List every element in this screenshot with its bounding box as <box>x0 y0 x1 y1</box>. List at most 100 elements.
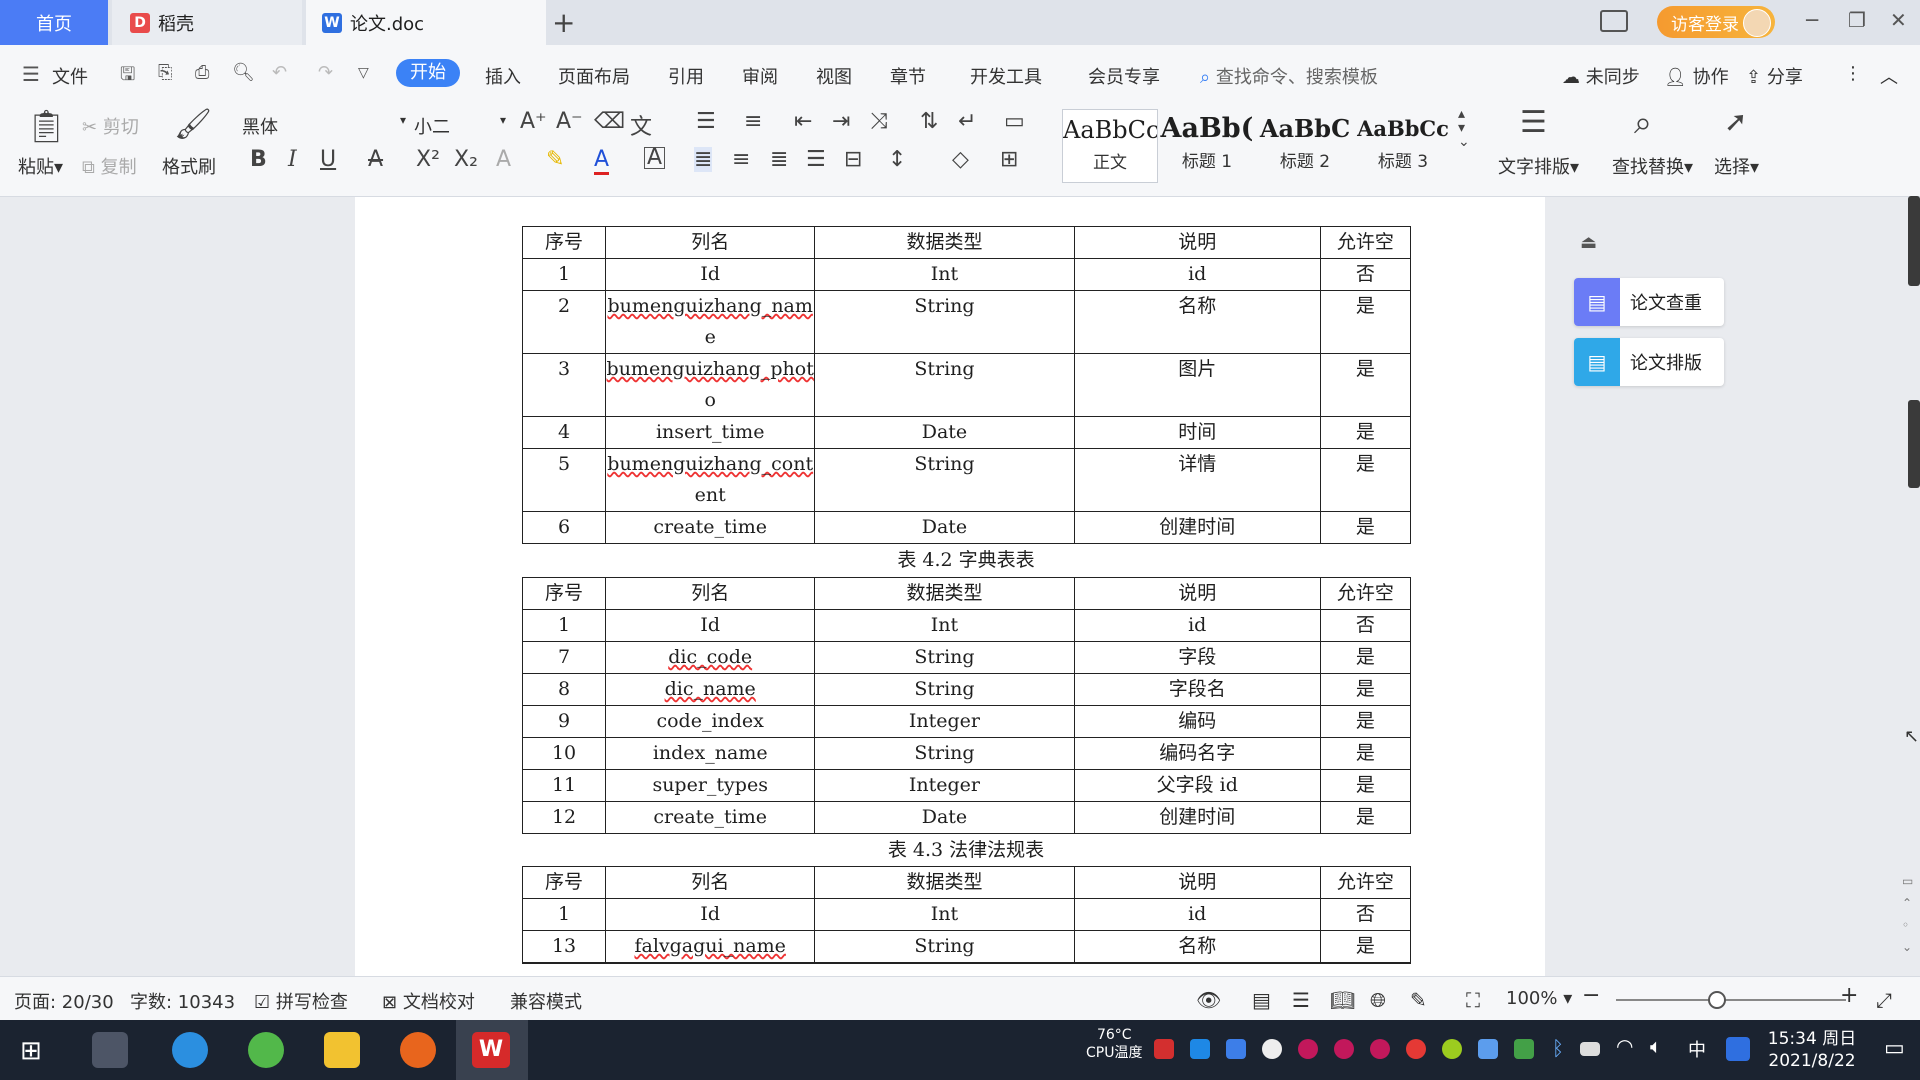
paste-icon[interactable]: 📋︎ <box>26 107 67 145</box>
menu-start[interactable]: 开始 <box>396 59 460 87</box>
web-view-icon[interactable]: 🌐︎ <box>1370 988 1386 1012</box>
italic-icon[interactable]: I <box>288 147 297 172</box>
highlight-icon[interactable]: ✎ <box>546 147 564 172</box>
style-heading-2[interactable]: AaBbC 标题 2 <box>1258 109 1352 181</box>
phonetic-guide-icon[interactable]: 文 <box>630 109 652 141</box>
zoom-select[interactable]: 100% ▾ <box>1506 988 1572 1009</box>
login-button[interactable]: 访客登录 <box>1657 6 1775 38</box>
tray-app-icon[interactable] <box>1154 1039 1174 1059</box>
zoom-out-icon[interactable]: − <box>1582 983 1600 1008</box>
undo-icon[interactable]: ↶ <box>272 62 287 83</box>
bell-icon[interactable] <box>1262 1039 1282 1059</box>
tray-app-icon[interactable] <box>1478 1039 1498 1059</box>
nvidia-icon[interactable] <box>1514 1039 1534 1059</box>
style-heading-3[interactable]: AaBbCc 标题 3 <box>1356 109 1450 181</box>
print-preview-icon[interactable]: 🔍︎ <box>232 62 255 83</box>
align-left-icon[interactable]: ≣ <box>694 147 713 172</box>
collab-button[interactable]: 👤︎ 协作 <box>1664 63 1729 89</box>
zoom-slider-track[interactable] <box>1616 999 1846 1001</box>
redo-icon[interactable]: ↷ <box>318 62 333 83</box>
file-explorer-icon[interactable] <box>324 1032 360 1068</box>
align-center-icon[interactable]: ≡ <box>732 147 750 172</box>
menu-developer[interactable]: 开发工具 <box>970 63 1042 89</box>
text-effect-icon[interactable]: A <box>496 147 511 172</box>
increase-indent-icon[interactable]: ⇥ <box>832 109 850 134</box>
copy-button[interactable]: ⧉ 复制 <box>82 153 137 179</box>
wps-task-active[interactable]: W <box>456 1020 528 1080</box>
more-icon[interactable]: ⋮ <box>1844 63 1862 84</box>
text-layout-icon[interactable]: ☰ <box>1520 105 1547 140</box>
numbered-list-icon[interactable]: ≡ <box>744 109 762 134</box>
share-button[interactable]: ⇪ 分享 <box>1746 63 1803 89</box>
tray-app-icon[interactable] <box>1334 1039 1354 1059</box>
menu-references[interactable]: 引用 <box>668 63 704 89</box>
outline-view-icon[interactable]: ☰ <box>1292 988 1310 1012</box>
justify-icon[interactable]: ☰ <box>806 147 826 172</box>
bullet-list-icon[interactable]: ☰ <box>696 109 716 134</box>
tray-app-icon[interactable] <box>1370 1039 1390 1059</box>
tab-daoke[interactable]: D 稻壳 <box>112 0 302 45</box>
ie-browser-icon[interactable] <box>172 1032 208 1068</box>
menu-file[interactable]: 文件 <box>52 63 88 89</box>
fit-page-icon[interactable]: ⛶ <box>1466 988 1480 1012</box>
eye-protection-icon[interactable]: 👁︎ <box>1196 988 1221 1012</box>
subscript-icon[interactable]: X₂ <box>454 147 478 172</box>
styles-scroll-icon[interactable]: ▴ ▾ ⌄ <box>1458 107 1470 149</box>
new-tab-button[interactable]: + <box>552 6 575 39</box>
quick-access-dropdown-icon[interactable]: ▽ <box>358 65 369 81</box>
cut-button[interactable]: ✂ 剪切 <box>82 113 139 139</box>
clear-format-icon[interactable]: ⌫ <box>594 109 625 134</box>
paper-check-button[interactable]: ▤ 论文查重 <box>1574 278 1724 326</box>
wifi-icon[interactable]: ◠ <box>1616 1034 1633 1058</box>
strikethrough-icon[interactable]: A <box>368 147 383 172</box>
text-direction-icon[interactable]: ⤨ <box>870 109 888 134</box>
ruler-icon[interactable]: ▭ <box>1004 109 1025 134</box>
format-painter-icon[interactable]: 🖌︎ <box>174 107 212 142</box>
reading-view-icon[interactable]: 📖︎ <box>1330 988 1355 1012</box>
fullscreen-icon[interactable]: ⤢ <box>1876 988 1892 1012</box>
line-spacing-icon[interactable]: ↕ <box>888 147 906 172</box>
underline-icon[interactable]: U <box>320 147 336 172</box>
search-app-icon[interactable] <box>1726 1037 1750 1061</box>
command-search[interactable]: ⌕ 查找命令、搜索模板 <box>1200 63 1378 89</box>
style-normal[interactable]: AaBbCcI 正文 <box>1062 109 1158 183</box>
font-size-select[interactable]: 小二 ▾ <box>414 113 506 139</box>
collapse-panel-icon[interactable]: ⏏ <box>1580 232 1597 253</box>
show-marks-icon[interactable]: ↵ <box>958 109 976 134</box>
scrollbar-thumb[interactable] <box>1908 196 1920 286</box>
spell-check-button[interactable]: ☑ 拼写检查 <box>254 988 348 1014</box>
distributed-icon[interactable]: ⊟ <box>844 147 862 172</box>
bold-icon[interactable]: B <box>250 147 267 172</box>
cpu-temp-widget[interactable]: 76°C CPU温度 <box>1086 1026 1142 1062</box>
superscript-icon[interactable]: X² <box>416 147 440 172</box>
tab-document[interactable]: W 论文.doc <box>306 0 546 45</box>
font-color-icon[interactable]: A <box>594 147 610 175</box>
decrease-indent-icon[interactable]: ⇤ <box>794 109 812 134</box>
menu-member[interactable]: 会员专享 <box>1088 63 1160 89</box>
shading-icon[interactable]: ◇ <box>952 147 969 172</box>
menu-review[interactable]: 审阅 <box>742 63 778 89</box>
scrollbar-thumb[interactable] <box>1908 400 1920 488</box>
tray-app-icon[interactable] <box>1298 1039 1318 1059</box>
restore-icon[interactable]: ❐ <box>1848 8 1866 32</box>
tray-app-icon[interactable] <box>1190 1039 1210 1059</box>
style-heading-1[interactable]: AaBb( 标题 1 <box>1160 109 1254 181</box>
close-icon[interactable]: ✕ <box>1890 8 1907 32</box>
export-icon[interactable]: ⎘ <box>158 62 172 83</box>
windows-start-icon[interactable]: ⊞ <box>20 1036 42 1066</box>
grow-font-icon[interactable]: A⁺ <box>520 109 547 134</box>
proofread-button[interactable]: ⊠ 文档校对 <box>382 988 475 1014</box>
word-count[interactable]: 字数: 10343 <box>130 988 235 1014</box>
format-painter-button[interactable]: 格式刷 <box>162 153 216 179</box>
write-view-icon[interactable]: ✎ <box>1410 988 1427 1012</box>
minimize-icon[interactable]: ─ <box>1806 8 1818 32</box>
tab-home[interactable]: 首页 <box>0 0 108 45</box>
sort-icon[interactable]: ⇅ <box>920 109 938 134</box>
paste-button[interactable]: 粘贴▾ <box>18 153 63 179</box>
char-border-icon[interactable]: A <box>644 147 666 169</box>
shield-icon[interactable] <box>1226 1039 1246 1059</box>
font-name-select[interactable]: 黑体 ▾ <box>242 113 406 139</box>
page-nav-icons[interactable]: ▭ ⌃ ◦ ⌄ <box>1902 870 1913 958</box>
save-icon[interactable]: 🖫 <box>120 62 135 92</box>
collapse-ribbon-icon[interactable]: ︿ <box>1880 63 1898 89</box>
